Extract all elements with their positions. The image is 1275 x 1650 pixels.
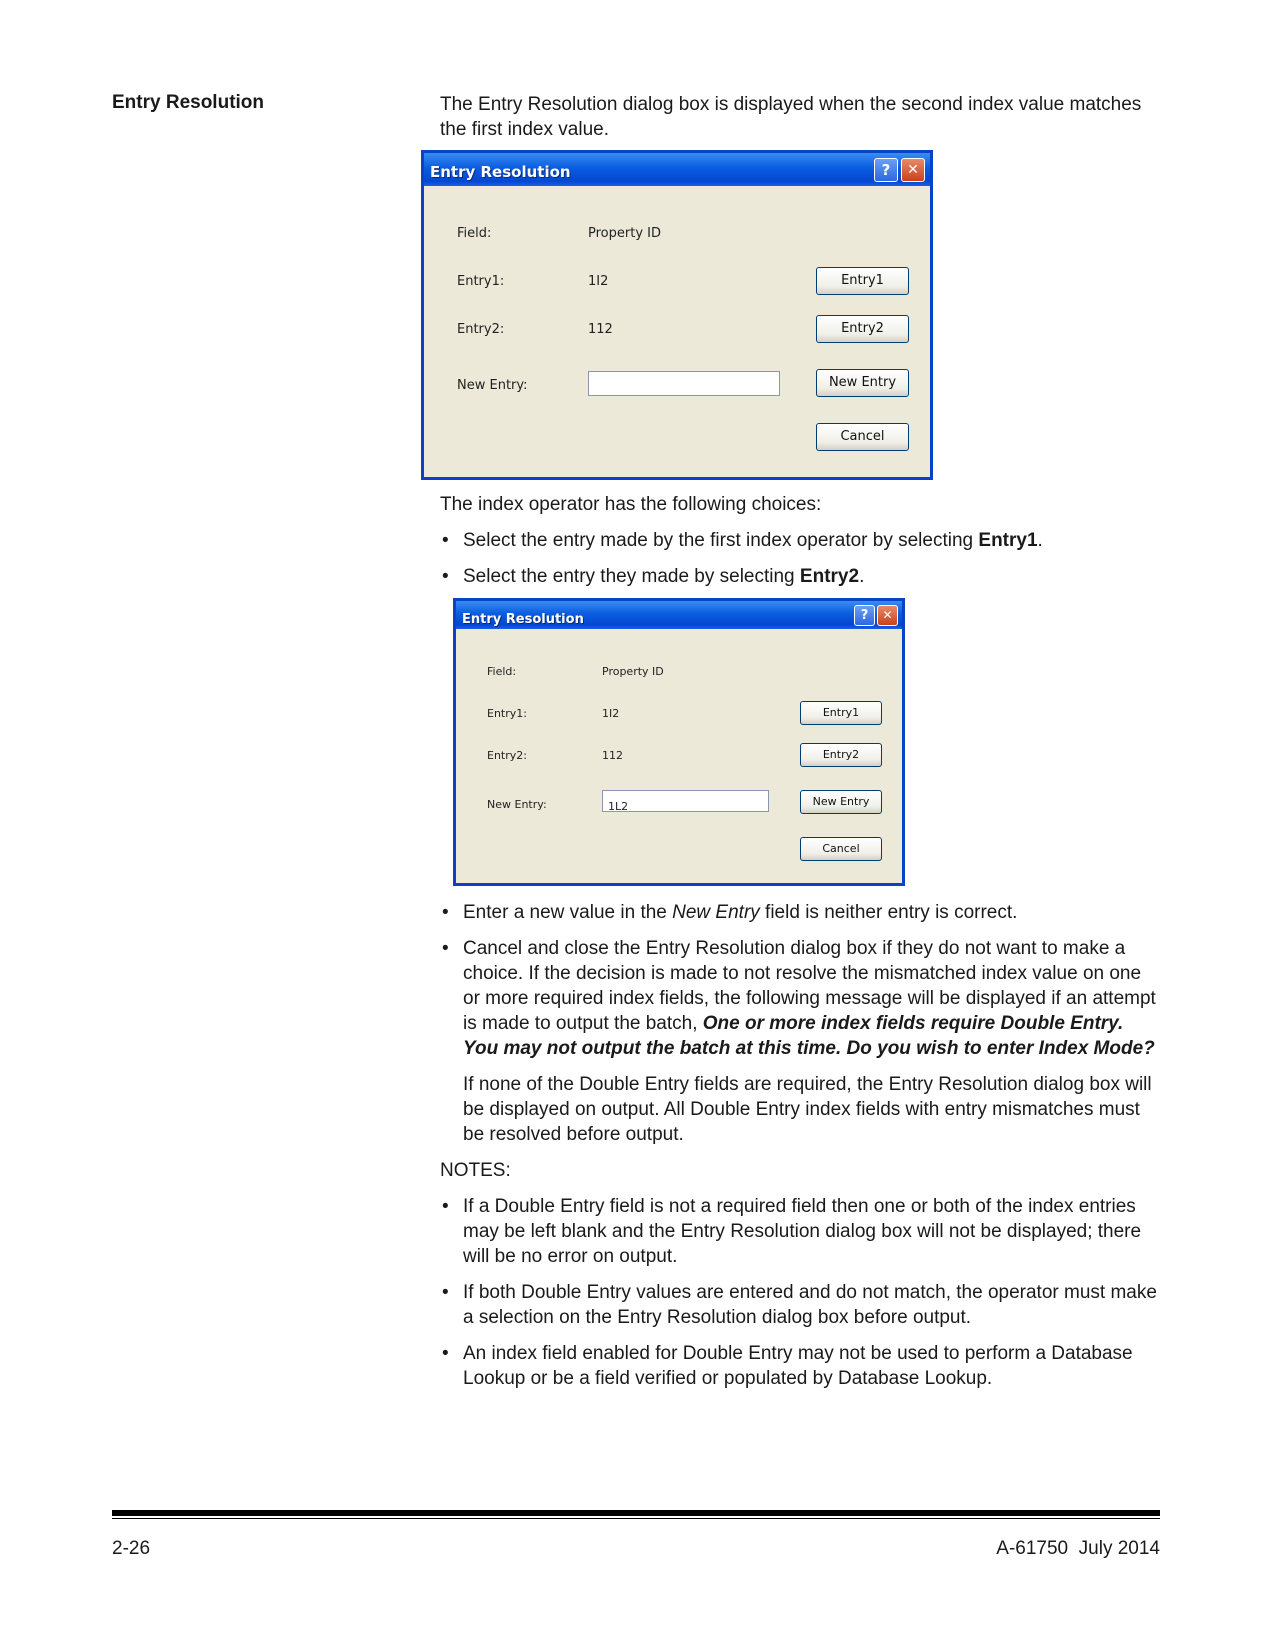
field-label: Field: — [457, 226, 492, 241]
entry2-button[interactable]: Entry2 — [800, 743, 882, 767]
notes-heading: NOTES: — [440, 1160, 511, 1181]
field-value: Property ID — [588, 226, 661, 241]
footer-rule-thin — [112, 1518, 1160, 1519]
cancel-button[interactable]: Cancel — [816, 423, 909, 451]
dialog-title: Entry Resolution — [462, 612, 584, 627]
intro-paragraph: The Entry Resolution dialog box is displ… — [440, 94, 1142, 140]
new-entry-input[interactable]: 1L2 — [602, 790, 769, 813]
entry1-button[interactable]: Entry1 — [816, 267, 909, 295]
choices-intro: The index operator has the following cho… — [440, 494, 822, 515]
cancel-button[interactable]: Cancel — [800, 837, 882, 861]
section-heading: Entry Resolution — [112, 92, 265, 113]
note-item: If both Double Entry values are entered … — [440, 1280, 1160, 1330]
dialog-titlebar: Entry Resolution ? ✕ — [424, 153, 930, 186]
entry1-label: Entry1: — [487, 707, 527, 720]
dialog-title: Entry Resolution — [430, 163, 571, 181]
entry2-value: 112 — [588, 322, 613, 337]
entry2-button[interactable]: Entry2 — [816, 315, 909, 343]
help-icon[interactable]: ? — [874, 158, 898, 182]
entry1-value: 1I2 — [588, 274, 609, 289]
new-entry-button[interactable]: New Entry — [800, 790, 882, 814]
main-content: The Entry Resolution dialog box is displ… — [421, 92, 1160, 1391]
note-item: An index field enabled for Double Entry … — [440, 1341, 1160, 1391]
entry1-label: Entry1: — [457, 274, 505, 289]
entry-resolution-dialog-1: Entry Resolution ? ✕ Field: Property ID … — [421, 150, 933, 480]
page-number: 2-26 — [112, 1538, 151, 1559]
entry2-label: Entry2: — [457, 322, 505, 337]
field-value: Property ID — [602, 665, 664, 678]
entry-resolution-dialog-2: Entry Resolution ? ✕ Field: Property ID … — [453, 598, 905, 886]
document-id: A-61750 July 2014 — [996, 1538, 1160, 1559]
bullet-new-entry: Enter a new value in the New Entry field… — [440, 900, 1160, 925]
new-entry-button[interactable]: New Entry — [816, 369, 909, 397]
help-icon[interactable]: ? — [854, 605, 875, 626]
new-entry-label: New Entry: — [457, 378, 528, 393]
close-icon[interactable]: ✕ — [877, 605, 898, 626]
field-label: Field: — [487, 665, 517, 678]
entry2-value: 112 — [602, 749, 623, 762]
entry1-value: 1I2 — [602, 707, 620, 720]
entry1-button[interactable]: Entry1 — [800, 701, 882, 725]
close-icon[interactable]: ✕ — [901, 158, 925, 182]
bullet-select-entry2: Select the entry they made by selecting … — [440, 564, 1160, 589]
cancel-followup-paragraph: If none of the Double Entry fields are r… — [463, 1074, 1152, 1145]
footer-rule — [112, 1510, 1160, 1516]
bullet-select-entry1: Select the entry made by the first index… — [440, 528, 1160, 553]
dialog-titlebar: Entry Resolution ? ✕ — [456, 601, 902, 629]
new-entry-input[interactable] — [588, 371, 780, 396]
new-entry-label: New Entry: — [487, 798, 547, 811]
note-item: If a Double Entry field is not a require… — [440, 1194, 1160, 1269]
entry2-label: Entry2: — [487, 749, 527, 762]
bullet-cancel: Cancel and close the Entry Resolution di… — [440, 936, 1160, 1061]
